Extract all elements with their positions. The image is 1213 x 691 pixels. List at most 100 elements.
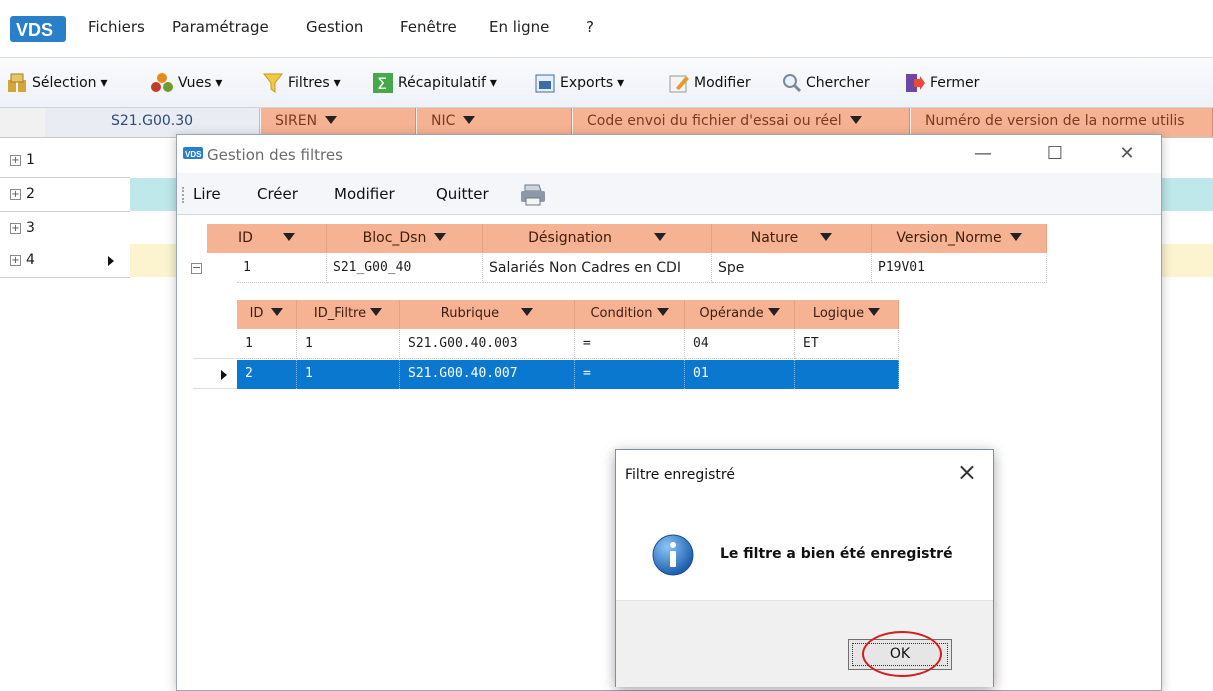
close-icon[interactable]: ✕ xyxy=(1107,139,1147,169)
filter-window-menu: Lire Créer Modifier Quitter xyxy=(177,173,1161,215)
current-row-arrow-icon xyxy=(221,370,227,380)
toolbar-grip xyxy=(182,187,184,203)
master-col-version-norme[interactable]: Version_Norme xyxy=(872,224,1047,253)
master-col-nature[interactable]: Nature xyxy=(712,224,872,253)
selection-icon xyxy=(8,73,26,92)
quitter-button[interactable]: Quitter xyxy=(436,185,489,203)
row-selector[interactable] xyxy=(193,330,237,359)
detail-cell[interactable]: = xyxy=(575,330,685,359)
fermer-button[interactable]: Fermer xyxy=(904,71,979,95)
menu-fenetre[interactable]: Fenêtre xyxy=(400,18,457,36)
detail-col-operande[interactable]: Opérande xyxy=(685,300,795,329)
filtres-button[interactable]: Filtres ▾ xyxy=(262,71,341,95)
detail-cell[interactable] xyxy=(795,360,899,389)
grid-row-2[interactable]: + 2 xyxy=(0,178,130,212)
detail-cell[interactable]: 04 xyxy=(685,330,795,359)
master-cell-nature[interactable]: Spe xyxy=(712,254,872,283)
modifier-button[interactable]: Modifier xyxy=(668,71,751,95)
close-icon[interactable]: × xyxy=(957,460,977,484)
master-cell-version-norme[interactable]: P19V01 xyxy=(872,254,1047,283)
row-selector[interactable] xyxy=(193,360,237,389)
svg-text:Σ: Σ xyxy=(377,74,387,93)
filter-icon[interactable] xyxy=(849,116,862,124)
grid-row-1[interactable]: + 1 xyxy=(0,144,130,178)
detail-cell[interactable]: ET xyxy=(795,330,899,359)
filter-icon[interactable] xyxy=(434,233,447,241)
filtres-label: Filtres xyxy=(288,75,330,91)
detail-cell[interactable]: 01 xyxy=(685,360,795,389)
filter-icon[interactable] xyxy=(463,116,476,124)
detail-cell[interactable]: 1 xyxy=(237,330,297,359)
grid-row-3[interactable]: + 3 xyxy=(0,212,130,246)
master-cell-designation[interactable]: Salariés Non Cadres en CDI xyxy=(483,254,712,283)
detail-row-1[interactable]: 1 1 S21.G00.40.003 = 04 ET xyxy=(193,330,982,359)
selection-button[interactable]: Sélection ▾ xyxy=(6,71,108,95)
exports-button[interactable]: Exports ▾ xyxy=(534,71,624,95)
chercher-button[interactable]: Chercher xyxy=(780,71,870,95)
grid-row-4[interactable]: + 4 xyxy=(0,244,130,278)
dialog-footer: OK xyxy=(616,600,993,687)
filter-icon[interactable] xyxy=(820,233,833,241)
expand-icon[interactable]: + xyxy=(10,155,21,166)
creer-button[interactable]: Créer xyxy=(257,185,298,203)
expand-icon[interactable]: + xyxy=(10,255,21,266)
filter-icon[interactable] xyxy=(370,308,383,316)
master-cell-id[interactable]: 1 xyxy=(237,254,327,283)
master-col-id[interactable]: ID xyxy=(207,224,327,253)
menu-fichiers[interactable]: Fichiers xyxy=(88,18,145,36)
menu-gestion[interactable]: Gestion xyxy=(306,18,363,36)
detail-col-condition[interactable]: Condition xyxy=(575,300,685,329)
detail-cell[interactable]: S21.G00.40.003 xyxy=(400,330,575,359)
filter-icon[interactable] xyxy=(521,308,534,316)
detail-col-rubrique[interactable]: Rubrique xyxy=(400,300,575,329)
maximize-icon[interactable]: ☐ xyxy=(1035,139,1075,169)
detail-cell[interactable]: 1 xyxy=(297,330,400,359)
modifier-filter-button[interactable]: Modifier xyxy=(334,185,395,203)
menu-help[interactable]: ? xyxy=(586,18,594,36)
column-label: Version_Norme xyxy=(896,230,1002,246)
detail-cell[interactable]: 2 xyxy=(237,360,297,389)
printer-icon[interactable] xyxy=(519,181,547,207)
exports-label: Exports xyxy=(560,75,614,91)
exit-icon xyxy=(906,74,925,92)
detail-cell[interactable]: = xyxy=(575,360,685,389)
expand-icon[interactable]: + xyxy=(10,223,21,234)
collapse-icon[interactable]: − xyxy=(191,262,202,274)
filter-icon[interactable] xyxy=(868,308,881,316)
app-logo: VDS xyxy=(10,16,66,42)
detail-col-id-filtre[interactable]: ID_Filtre xyxy=(297,300,400,329)
column-label: Logique xyxy=(812,306,865,321)
column-label: Rubrique xyxy=(440,306,500,321)
edit-icon xyxy=(669,75,689,93)
master-col-designation[interactable]: Désignation xyxy=(483,224,712,253)
column-label: ID xyxy=(238,230,253,246)
minimize-icon[interactable]: — xyxy=(963,139,1003,169)
detail-row-2-selected[interactable]: 2 1 S21.G00.40.007 = 01 xyxy=(193,360,982,389)
menu-en-ligne[interactable]: En ligne xyxy=(489,18,549,36)
lire-button[interactable]: Lire xyxy=(193,185,221,203)
chercher-label: Chercher xyxy=(806,75,870,91)
expand-icon[interactable]: + xyxy=(10,189,21,200)
selection-label: Sélection xyxy=(32,75,97,91)
master-cell-bloc-dsn[interactable]: S21_G00_40 xyxy=(327,254,483,283)
menu-parametrage[interactable]: Paramétrage xyxy=(172,18,269,36)
detail-cell[interactable]: 1 xyxy=(297,360,400,389)
filter-icon[interactable] xyxy=(656,308,669,316)
detail-col-id[interactable]: ID xyxy=(237,300,297,329)
dropdown-arrow-icon: ▾ xyxy=(333,75,341,91)
master-col-bloc-dsn[interactable]: Bloc_Dsn xyxy=(327,224,483,253)
recapitulatif-button[interactable]: Σ Récapitulatif ▾ xyxy=(372,71,497,95)
filter-icon[interactable] xyxy=(271,308,284,316)
dropdown-arrow-icon: ▾ xyxy=(215,75,223,91)
filter-icon[interactable] xyxy=(653,233,666,241)
column-label: Bloc_Dsn xyxy=(362,230,427,246)
master-data-row[interactable]: − 1 S21_G00_40 Salariés Non Cadres en CD… xyxy=(191,254,1047,283)
vues-button[interactable]: Vues ▾ xyxy=(150,71,222,95)
filter-icon[interactable] xyxy=(282,233,295,241)
menu-bar: VDS Fichiers Paramétrage Gestion Fenêtre… xyxy=(0,0,1213,58)
detail-col-logique[interactable]: Logique xyxy=(795,300,899,329)
filter-icon[interactable] xyxy=(767,308,780,316)
detail-cell[interactable]: S21.G00.40.007 xyxy=(400,360,575,389)
filter-icon[interactable] xyxy=(1009,233,1022,241)
filter-icon[interactable] xyxy=(325,116,338,124)
